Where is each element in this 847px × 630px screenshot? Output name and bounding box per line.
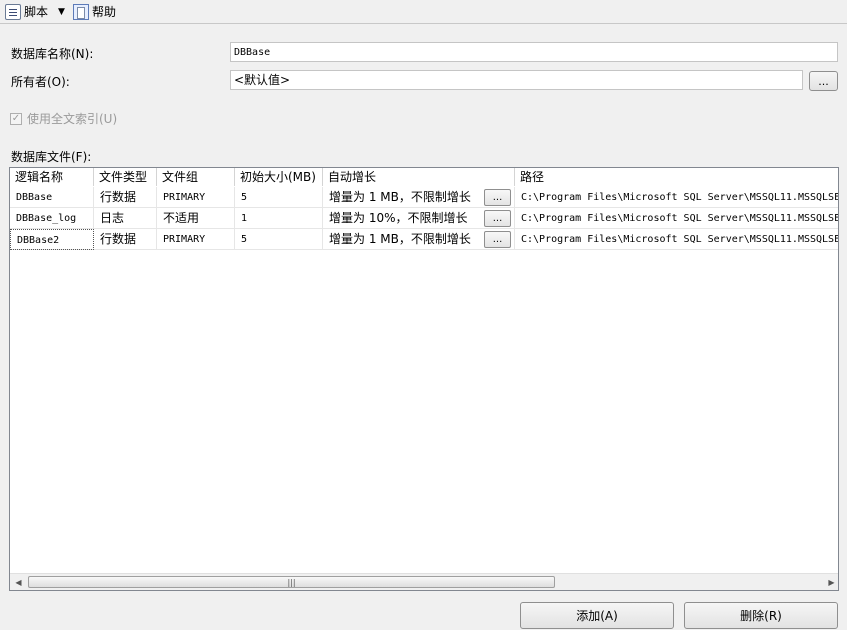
- script-icon: [5, 3, 21, 20]
- chevron-down-icon[interactable]: ▼: [58, 7, 65, 17]
- autogrowth-button-cell: ...: [481, 208, 515, 228]
- column-header-initial-size[interactable]: 初始大小(MB): [235, 168, 323, 186]
- file-type-cell[interactable]: 行数据: [94, 187, 157, 208]
- database-name-label: 数据库名称(N):: [11, 47, 94, 61]
- add-button[interactable]: 添加(A): [520, 602, 674, 629]
- database-name-field[interactable]: DBBase: [230, 42, 838, 62]
- scroll-thumb[interactable]: |||: [28, 576, 555, 588]
- logical-name-cell[interactable]: DBBase: [10, 187, 94, 208]
- autogrowth-cell[interactable]: 增量为 10%，不限制增长: [323, 208, 481, 229]
- column-header-autogrowth[interactable]: 自动增长: [323, 168, 515, 186]
- autogrowth-cell[interactable]: 增量为 1 MB，不限制增长: [323, 187, 481, 208]
- table-row[interactable]: DBBase_log 日志 不适用 1 增量为 10%，不限制增长 ... C:…: [10, 208, 838, 229]
- owner-browse-button[interactable]: ...: [809, 71, 838, 91]
- autogrowth-ellipsis-button[interactable]: ...: [484, 231, 511, 248]
- autogrowth-button-cell: ...: [481, 229, 515, 249]
- table-row[interactable]: DBBase2 行数据 PRIMARY 5 增量为 1 MB，不限制增长 ...…: [10, 229, 838, 250]
- script-button[interactable]: 脚本: [3, 2, 50, 22]
- column-header-filegroup[interactable]: 文件组: [157, 168, 235, 186]
- path-cell[interactable]: C:\Program Files\Microsoft SQL Server\MS…: [515, 229, 838, 250]
- autogrowth-button-cell: ...: [481, 187, 515, 207]
- initial-size-cell[interactable]: 5: [235, 229, 323, 250]
- file-type-cell[interactable]: 日志: [94, 208, 157, 229]
- path-cell[interactable]: C:\Program Files\Microsoft SQL Server\MS…: [515, 187, 838, 208]
- column-header-file-type[interactable]: 文件类型: [94, 168, 157, 186]
- autogrowth-ellipsis-button[interactable]: ...: [484, 210, 511, 227]
- logical-name-cell[interactable]: DBBase2: [10, 229, 94, 250]
- logical-name-cell[interactable]: DBBase_log: [10, 208, 94, 229]
- script-label: 脚本: [24, 5, 49, 19]
- scroll-left-icon[interactable]: ◀: [10, 574, 27, 590]
- scroll-thumb-grip-icon: |||: [287, 577, 296, 587]
- fulltext-index-option[interactable]: ✓ 使用全文索引(U): [10, 110, 117, 127]
- horizontal-scrollbar[interactable]: ◀ ||| ▶: [10, 573, 838, 590]
- remove-button[interactable]: 删除(R): [684, 602, 838, 629]
- table-row[interactable]: DBBase 行数据 PRIMARY 5 增量为 1 MB，不限制增长 ... …: [10, 187, 838, 208]
- help-icon: [72, 3, 89, 20]
- file-type-cell[interactable]: 行数据: [94, 229, 157, 250]
- autogrowth-ellipsis-button[interactable]: ...: [484, 189, 511, 206]
- column-header-path[interactable]: 路径: [515, 168, 838, 186]
- filegroup-cell[interactable]: PRIMARY: [157, 229, 235, 250]
- autogrowth-cell[interactable]: 增量为 1 MB，不限制增长: [323, 229, 481, 250]
- database-files-label: 数据库文件(F):: [11, 150, 92, 164]
- filegroup-cell[interactable]: PRIMARY: [157, 187, 235, 208]
- help-button[interactable]: 帮助: [71, 2, 118, 22]
- owner-label: 所有者(O):: [11, 75, 70, 89]
- grid-header: 逻辑名称 文件类型 文件组 初始大小(MB) 自动增长 路径: [10, 168, 838, 186]
- initial-size-cell[interactable]: 5: [235, 187, 323, 208]
- help-label: 帮助: [91, 5, 116, 19]
- fulltext-index-checkbox[interactable]: ✓: [10, 112, 22, 125]
- initial-size-cell[interactable]: 1: [235, 208, 323, 229]
- owner-field[interactable]: <默认值>: [230, 70, 803, 90]
- toolbar: 脚本 ▼ 帮助: [0, 0, 847, 24]
- database-files-grid[interactable]: 逻辑名称 文件类型 文件组 初始大小(MB) 自动增长 路径 DBBase 行数…: [9, 167, 839, 591]
- fulltext-index-label: 使用全文索引(U): [27, 112, 118, 126]
- column-header-logical-name[interactable]: 逻辑名称: [10, 168, 94, 186]
- scroll-right-icon[interactable]: ▶: [823, 574, 838, 590]
- path-cell[interactable]: C:\Program Files\Microsoft SQL Server\MS…: [515, 208, 838, 229]
- filegroup-cell[interactable]: 不适用: [157, 208, 235, 229]
